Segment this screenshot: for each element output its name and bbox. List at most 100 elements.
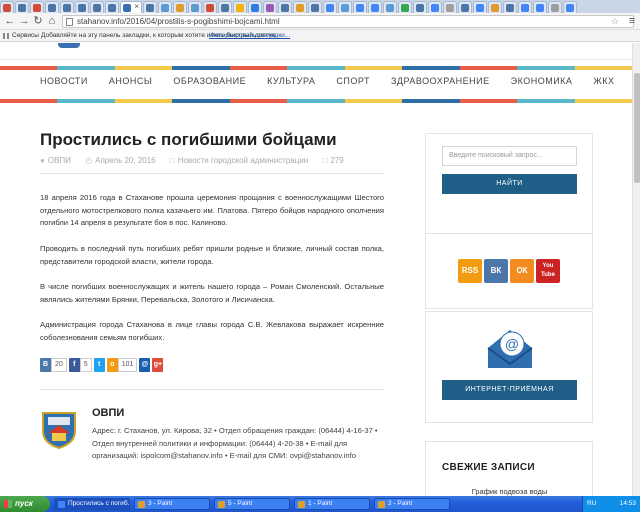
browser-tab[interactable] bbox=[203, 1, 217, 13]
internet-reception-button[interactable]: ИНТЕРНЕТ-ПРИЁМНАЯ bbox=[442, 380, 577, 400]
browser-tab[interactable] bbox=[173, 1, 187, 13]
author-divider bbox=[40, 389, 384, 390]
browser-tab[interactable] bbox=[518, 1, 532, 13]
browser-tab[interactable] bbox=[353, 1, 367, 13]
taskbar-task[interactable]: 2 - Paint bbox=[374, 498, 450, 510]
stripe-segment bbox=[57, 66, 115, 70]
recent-post-link[interactable]: График подвоза воды bbox=[442, 487, 577, 496]
browser-tab[interactable] bbox=[308, 1, 322, 13]
browser-tab[interactable] bbox=[278, 1, 292, 13]
nav-item-0[interactable]: НОВОСТИ bbox=[40, 76, 88, 86]
share-count: 5 bbox=[79, 358, 92, 372]
chrome-menu-icon[interactable]: ≡ bbox=[626, 15, 638, 27]
clock-icon: ◴ bbox=[85, 156, 93, 165]
share-facebook-button[interactable]: f5 bbox=[68, 358, 92, 372]
tab-close-icon[interactable]: × bbox=[134, 2, 139, 11]
back-arrow-icon[interactable]: ← bbox=[4, 15, 16, 27]
vk-icon[interactable]: ВК bbox=[484, 259, 508, 283]
browser-tab[interactable] bbox=[218, 1, 232, 13]
tab-favicon-icon bbox=[491, 4, 499, 12]
browser-tab[interactable] bbox=[443, 1, 457, 13]
browser-tab[interactable] bbox=[233, 1, 247, 13]
browser-tab[interactable] bbox=[158, 1, 172, 13]
nav-item-4[interactable]: СПОРТ bbox=[336, 76, 370, 86]
browser-tab-strip: × bbox=[0, 0, 640, 13]
page-viewport: НОВОСТИ АНОНСЫ ОБРАЗОВАНИЕ КУЛЬТУРА СПОРТ ЗДР… bbox=[0, 43, 632, 496]
browser-tab[interactable] bbox=[0, 1, 14, 13]
windows-logo-icon bbox=[4, 500, 12, 508]
browser-tab[interactable] bbox=[548, 1, 562, 13]
taskbar-task[interactable]: 5 - Paint bbox=[214, 498, 290, 510]
start-label: пуск bbox=[15, 499, 33, 508]
share-google-plus-button[interactable]: g+ bbox=[152, 358, 164, 372]
browser-tab-active[interactable]: × bbox=[120, 1, 142, 13]
taskbar-task[interactable]: Простились с погиб... bbox=[54, 498, 130, 510]
browser-tab[interactable] bbox=[473, 1, 487, 13]
article-author[interactable]: ОВПИ bbox=[48, 156, 71, 165]
share-vk-button[interactable]: В 20 bbox=[40, 358, 67, 372]
tab-favicon-icon bbox=[33, 4, 41, 12]
youtube-icon[interactable]: You Tube bbox=[536, 259, 560, 283]
browser-tab[interactable] bbox=[413, 1, 427, 13]
browser-tab[interactable] bbox=[263, 1, 277, 13]
taskbar-task[interactable]: 1 - Paint bbox=[294, 498, 370, 510]
nav-item-1[interactable]: АНОНСЫ bbox=[109, 76, 152, 86]
rss-icon[interactable]: RSS bbox=[458, 259, 482, 283]
nav-item-2[interactable]: ОБРАЗОВАНИЕ bbox=[173, 76, 246, 86]
browser-tab[interactable] bbox=[398, 1, 412, 13]
tab-favicon-icon bbox=[386, 4, 394, 12]
browser-tab[interactable] bbox=[503, 1, 517, 13]
odnoklassniki-icon[interactable]: ОК bbox=[510, 259, 534, 283]
user-icon: ● bbox=[40, 156, 45, 165]
share-mail-button[interactable]: @ bbox=[139, 358, 151, 372]
browser-tab[interactable] bbox=[15, 1, 29, 13]
start-button[interactable]: пуск bbox=[0, 496, 50, 512]
search-input[interactable]: Введите поисковый запрос... bbox=[442, 146, 577, 166]
apps-grid-icon[interactable] bbox=[3, 33, 9, 39]
nav-item-6[interactable]: ЭКОНОМИКА bbox=[511, 76, 573, 86]
stripe-segment bbox=[0, 99, 58, 103]
browser-tab[interactable] bbox=[90, 1, 104, 13]
taskbar-task[interactable]: 3 - Paint bbox=[134, 498, 210, 510]
scrollbar-thumb[interactable] bbox=[634, 73, 640, 183]
browser-tab[interactable] bbox=[75, 1, 89, 13]
site-logo[interactable] bbox=[58, 43, 80, 48]
clock: 14:53 bbox=[619, 500, 636, 507]
tab-favicon-icon bbox=[311, 4, 319, 12]
browser-tab[interactable] bbox=[293, 1, 307, 13]
browser-tab[interactable] bbox=[338, 1, 352, 13]
home-icon[interactable]: ⌂ bbox=[46, 15, 58, 27]
url-text[interactable]: stahanov.info/2016/04/prostilis-s-pogibs… bbox=[77, 17, 280, 26]
browser-tab[interactable] bbox=[563, 1, 577, 13]
article-category[interactable]: Новости городской администрации bbox=[178, 156, 309, 165]
browser-tab[interactable] bbox=[60, 1, 74, 13]
browser-tab[interactable] bbox=[188, 1, 202, 13]
page-scrollbar[interactable] bbox=[632, 43, 640, 496]
browser-tab[interactable] bbox=[248, 1, 262, 13]
browser-tab[interactable] bbox=[488, 1, 502, 13]
language-indicator[interactable]: RU bbox=[587, 496, 596, 512]
nav-item-5[interactable]: ЗДРАВООХРАНЕНИЕ bbox=[391, 76, 490, 86]
nav-item-3[interactable]: КУЛЬТУРА bbox=[267, 76, 315, 86]
browser-tab[interactable] bbox=[533, 1, 547, 13]
browser-tab[interactable] bbox=[143, 1, 157, 13]
address-bar[interactable]: stahanov.info/2016/04/prostilis-s-pogibs… bbox=[62, 15, 634, 28]
browser-tab[interactable] bbox=[383, 1, 397, 13]
search-button[interactable]: НАЙТИ bbox=[442, 174, 577, 194]
browser-tab[interactable] bbox=[105, 1, 119, 13]
import-bookmarks-link[interactable]: Импортировать закладки... bbox=[209, 30, 290, 42]
nav-item-7[interactable]: ЖКХ bbox=[593, 76, 614, 86]
reload-icon[interactable]: ↻ bbox=[32, 15, 44, 27]
share-odnoklassniki-button[interactable]: о 101 bbox=[106, 358, 138, 372]
share-buttons: В 20 f 5 t о 101 @ g+ bbox=[40, 358, 164, 372]
browser-tab[interactable] bbox=[323, 1, 337, 13]
bookmark-star-icon[interactable]: ☆ bbox=[611, 16, 619, 27]
forward-arrow-icon[interactable]: → bbox=[18, 15, 30, 27]
browser-tab[interactable] bbox=[368, 1, 382, 13]
browser-tab[interactable] bbox=[30, 1, 44, 13]
browser-tab[interactable] bbox=[458, 1, 472, 13]
browser-tab[interactable] bbox=[45, 1, 59, 13]
share-twitter-button[interactable]: t bbox=[93, 358, 105, 372]
browser-tab[interactable] bbox=[428, 1, 442, 13]
bookmark-services[interactable]: Сервисы bbox=[12, 30, 39, 42]
